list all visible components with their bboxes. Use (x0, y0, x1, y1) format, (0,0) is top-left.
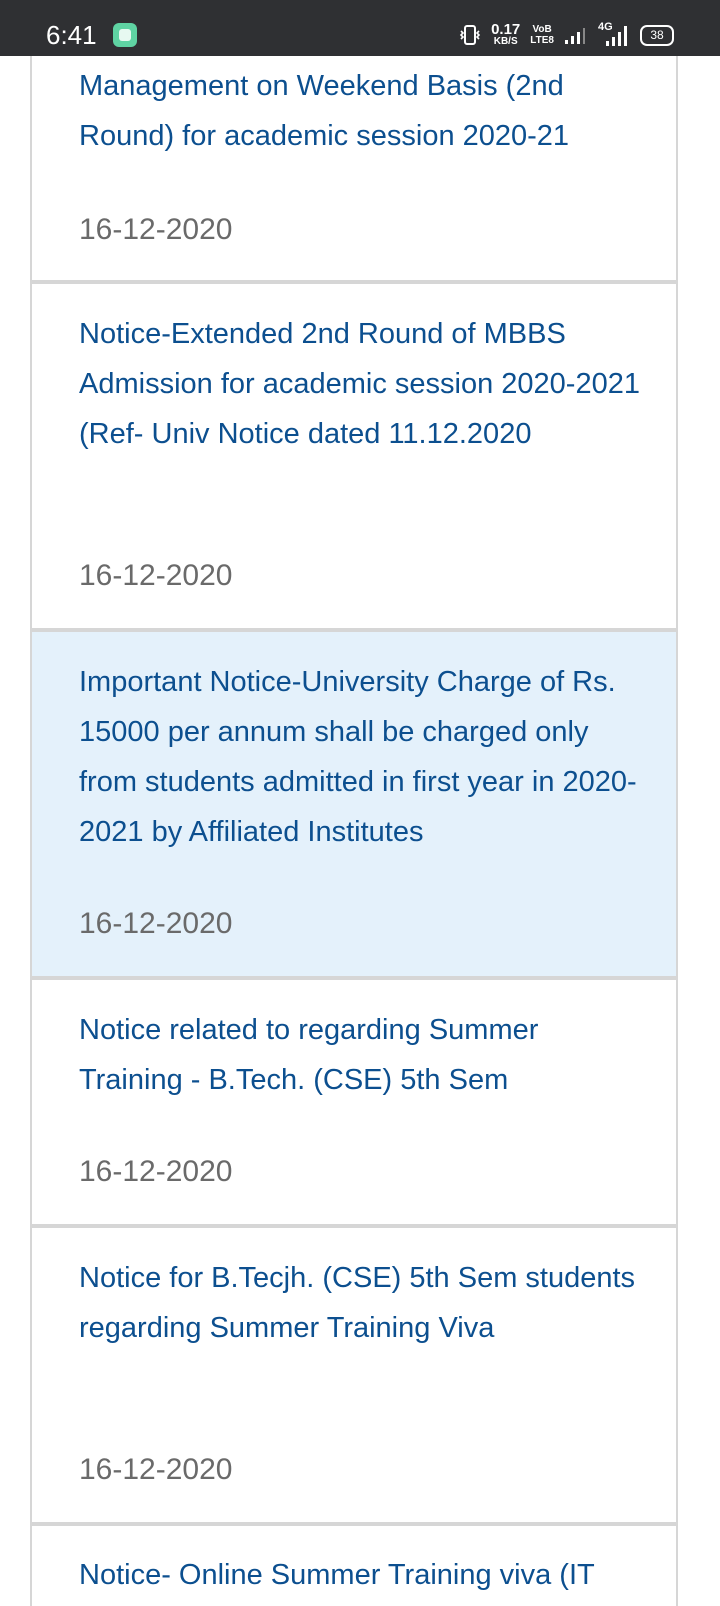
notice-date: 16-12-2020 (79, 1155, 233, 1188)
status-bar: 6:41 0.17 KB/S VoB LTE8 4G 38 (0, 0, 720, 56)
network-speed-value: 0.17 (491, 21, 521, 38)
notice-title[interactable]: Management on Weekend Basis (2nd Round) … (79, 61, 646, 161)
battery-indicator: 38 (640, 24, 674, 46)
status-indicators: 0.17 KB/S VoB LTE8 4G 38 (459, 20, 674, 50)
network-speed: 0.17 KB/S (491, 21, 521, 47)
notice-card[interactable]: Notice for B.Tecjh. (CSE) 5th Sem studen… (30, 1228, 678, 1526)
status-time: 6:41 (46, 20, 97, 50)
notice-list: Management on Weekend Basis (2nd Round) … (30, 56, 678, 1606)
notice-title[interactable]: Notice for B.Tecjh. (CSE) 5th Sem studen… (79, 1253, 646, 1353)
notice-title[interactable]: Notice- Online Summer Training viva (IT (79, 1550, 595, 1600)
notice-card[interactable]: Notice-Extended 2nd Round of MBBS Admiss… (30, 284, 678, 632)
notice-date: 16-12-2020 (79, 559, 233, 592)
notice-title[interactable]: Important Notice-University Charge of Rs… (79, 657, 646, 857)
notice-date: 16-12-2020 (79, 907, 233, 940)
vibrate-icon (459, 25, 481, 45)
volte-top: VoB (532, 24, 552, 35)
notice-card[interactable]: Management on Weekend Basis (2nd Round) … (30, 56, 678, 284)
notice-date: 16-12-2020 (79, 213, 233, 246)
app-notification-icon (113, 23, 137, 47)
signal-1-icon (565, 28, 585, 44)
signal-2-4g-icon: 4G (596, 21, 630, 47)
volte-bottom: LTE8 (530, 35, 554, 46)
notice-title[interactable]: Notice related to regarding Summer Train… (79, 1005, 646, 1105)
notice-card-selected[interactable]: Important Notice-University Charge of Rs… (30, 632, 678, 980)
notice-card[interactable]: Notice related to regarding Summer Train… (30, 980, 678, 1228)
notice-date: 16-12-2020 (79, 1453, 233, 1486)
notice-title[interactable]: Notice-Extended 2nd Round of MBBS Admiss… (79, 309, 646, 459)
network-speed-unit: KB/S (493, 36, 518, 47)
notice-card[interactable]: Notice- Online Summer Training viva (IT (30, 1526, 678, 1606)
volte-indicator: VoB LTE8 (530, 24, 554, 46)
